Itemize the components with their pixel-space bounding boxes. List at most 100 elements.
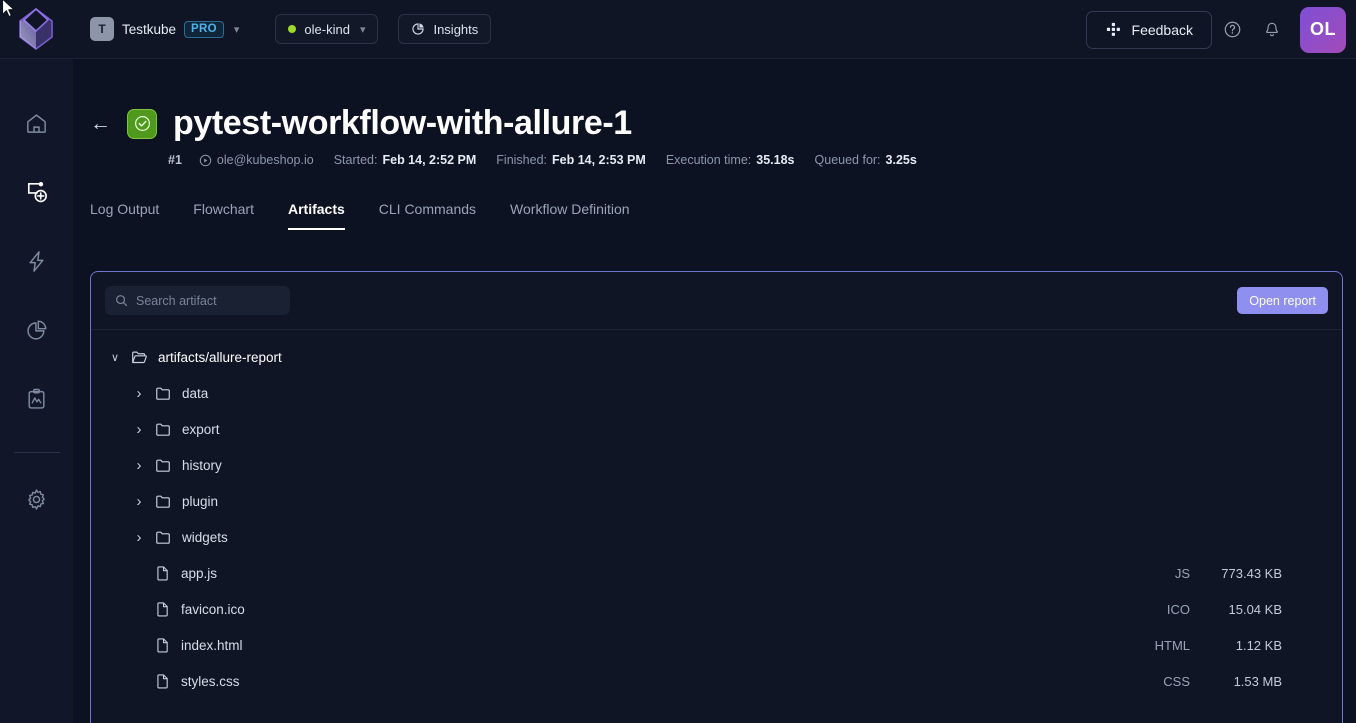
artifact-folder-row[interactable]: › data (91, 375, 1342, 411)
artifacts-toolbar: Open report (91, 272, 1342, 330)
chevron-right-icon[interactable]: › (131, 493, 147, 510)
artifact-size: 773.43 KB (1190, 566, 1282, 581)
artifact-name: app.js (181, 566, 217, 581)
run-metadata: #1 ole@kubeshop.io Started: Feb 14, 2:52… (73, 143, 1356, 167)
artifact-file-row[interactable]: index.html HTML1.12 KB (91, 627, 1342, 663)
artifact-folder-row[interactable]: › export (91, 411, 1342, 447)
sidebar-item-dashboard[interactable] (17, 310, 57, 350)
search-icon (115, 294, 128, 307)
folder-icon-wrap (131, 349, 148, 366)
folder-icon-wrap (155, 529, 172, 546)
chevron-right-icon[interactable]: › (131, 529, 147, 546)
search-input[interactable] (136, 294, 276, 308)
finished-label: Finished: (496, 153, 547, 167)
chevron-down-icon[interactable]: ∨ (107, 351, 123, 364)
organization-name: Testkube (122, 22, 176, 37)
folder-icon (155, 385, 172, 402)
feedback-label: Feedback (1132, 22, 1193, 38)
folder-icon (155, 493, 172, 510)
clipboard-report-icon (24, 387, 49, 412)
question-circle-icon (1223, 20, 1242, 39)
file-icon-wrap (155, 601, 171, 617)
top-navigation-bar: T Testkube PRO ▾ ole-kind ▾ Insights (0, 0, 1356, 59)
main-content: ← pytest-workflow-with-allure-1 #1 ole@k… (73, 59, 1356, 723)
slack-icon (1105, 21, 1122, 38)
page-title: pytest-workflow-with-allure-1 (173, 104, 632, 143)
artifact-folder-row[interactable]: ∨artifacts/allure-report (91, 339, 1342, 375)
run-tabs: Log Output Flowchart Artifacts CLI Commands… (73, 167, 1356, 230)
run-author: ole@kubeshop.io (199, 153, 314, 167)
file-icon (155, 565, 171, 581)
tab-artifacts[interactable]: Artifacts (288, 195, 345, 230)
file-icon-wrap (155, 673, 171, 689)
artifact-file-row[interactable]: styles.cssCSS1.53 MB (91, 663, 1342, 699)
run-header: ← pytest-workflow-with-allure-1 (73, 59, 1356, 143)
folder-open-icon (131, 349, 148, 366)
file-icon (155, 637, 171, 653)
artifacts-panel: Open report ∨artifacts/allure-report › dat… (90, 271, 1343, 723)
artifact-type: JS (1070, 566, 1190, 581)
file-icon (155, 673, 171, 689)
search-artifact-box[interactable] (105, 286, 290, 315)
feedback-button[interactable]: Feedback (1086, 11, 1212, 49)
sidebar-item-settings[interactable] (17, 479, 57, 519)
artifact-name: styles.css (181, 674, 240, 689)
chevron-right-icon[interactable]: › (131, 421, 147, 438)
bell-icon (1263, 21, 1281, 39)
gear-icon (24, 487, 49, 512)
pie-chart-icon (411, 22, 425, 36)
run-number: #1 (168, 153, 182, 167)
sidebar-item-triggers[interactable] (17, 241, 57, 281)
artifact-file-row[interactable]: favicon.icoICO15.04 KB (91, 591, 1342, 627)
home-icon (24, 111, 49, 136)
run-execution-time: Execution time: 35.18s (666, 153, 795, 167)
chevron-right-icon[interactable]: › (131, 457, 147, 474)
artifact-size: 15.04 KB (1190, 602, 1282, 617)
artifact-name: index.html (181, 638, 243, 653)
folder-icon-wrap (155, 385, 172, 402)
top-bar-actions: Feedback OL (1086, 0, 1356, 59)
execution-label: Execution time: (666, 153, 751, 167)
artifact-name: favicon.ico (181, 602, 245, 617)
insights-button[interactable]: Insights (398, 14, 491, 44)
folder-icon-wrap (155, 421, 172, 438)
status-badge (127, 109, 157, 139)
notifications-button[interactable] (1252, 10, 1292, 50)
artifact-type: HTML (1070, 638, 1190, 653)
queued-value: 3.25s (886, 153, 917, 167)
artifact-folder-row[interactable]: ›plugin (91, 483, 1342, 519)
tab-cli-commands[interactable]: CLI Commands (379, 195, 476, 230)
artifact-name: history (182, 458, 222, 473)
environment-selector[interactable]: ole-kind ▾ (275, 14, 378, 44)
organization-selector[interactable]: T Testkube PRO ▾ (90, 17, 239, 41)
sidebar-item-home[interactable] (17, 103, 57, 143)
execution-value: 35.18s (756, 153, 794, 167)
run-started: Started: Feb 14, 2:52 PM (334, 153, 477, 167)
artifact-name: export (182, 422, 220, 437)
sidebar-item-test-workflows[interactable] (17, 172, 57, 212)
artifact-file-row[interactable]: app.js JS773.43 KB (91, 555, 1342, 591)
app-root: T Testkube PRO ▾ ole-kind ▾ Insights (0, 0, 1356, 723)
folder-icon-wrap (155, 457, 172, 474)
artifact-size: 1.12 KB (1190, 638, 1282, 653)
sidebar-item-reports[interactable] (17, 379, 57, 419)
file-icon-wrap (155, 637, 171, 653)
help-button[interactable] (1212, 10, 1252, 50)
artifact-folder-row[interactable]: ›widgets (91, 519, 1342, 555)
artifact-folder-row[interactable]: › history (91, 447, 1342, 483)
tab-workflow-definition[interactable]: Workflow Definition (510, 195, 630, 230)
user-avatar[interactable]: OL (1300, 7, 1346, 53)
tab-flowchart[interactable]: Flowchart (193, 195, 254, 230)
open-report-button[interactable]: Open report (1237, 287, 1328, 314)
artifact-name: data (182, 386, 208, 401)
file-icon-wrap (155, 565, 171, 581)
back-button[interactable]: ← (90, 113, 111, 134)
tab-log-output[interactable]: Log Output (90, 195, 159, 230)
run-finished: Finished: Feb 14, 2:53 PM (496, 153, 646, 167)
started-label: Started: (334, 153, 378, 167)
chevron-right-icon[interactable]: › (131, 385, 147, 402)
mouse-pointer-icon (1, 0, 17, 20)
run-queued-for: Queued for: 3.25s (815, 153, 917, 167)
check-circle-icon (134, 115, 151, 132)
run-author-label: ole@kubeshop.io (217, 153, 314, 167)
